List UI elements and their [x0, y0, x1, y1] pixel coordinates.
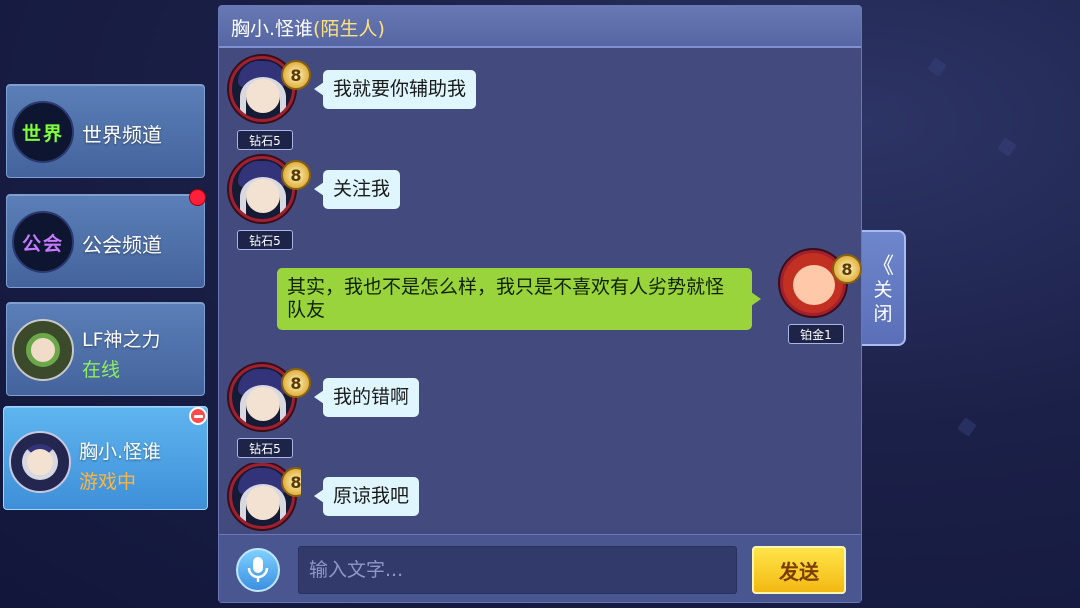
sender-avatar[interactable]: 8 钻石5 [225, 364, 311, 460]
chat-title: 胸小.怪谁(陌生人) [231, 14, 385, 41]
contact-status: 游戏中 [79, 471, 137, 493]
world-channel-icon: 世界 [12, 101, 74, 163]
rank-tag: 钻石5 [237, 230, 293, 250]
contact-status: 在线 [82, 359, 121, 381]
chat-partner-name: 胸小.怪谁 [231, 18, 314, 40]
rank-tag: 铂金1 [788, 324, 844, 344]
level-badge: 8 [281, 160, 311, 190]
sender-avatar[interactable]: 8 钻石5 [225, 156, 311, 252]
sender-avatar[interactable]: 8 钻石5 [225, 56, 311, 152]
rank-tag: 钻石5 [237, 438, 293, 458]
send-button[interactable]: 发送 [752, 546, 846, 594]
message-bubble: 我的错啊 [313, 378, 420, 417]
rank-tag: 钻石5 [237, 130, 293, 150]
red-dot-icon [189, 189, 206, 206]
double-chevron-left-icon: 《 [871, 254, 894, 279]
world-channel-label: 世界频道 [82, 123, 162, 147]
sender-avatar[interactable]: 8 [225, 463, 301, 533]
minus-circle-icon[interactable] [189, 407, 207, 425]
contact-name: 胸小.怪谁 [79, 441, 162, 463]
contact-item-active[interactable]: 胸小.怪谁 游戏中 [3, 406, 208, 510]
chat-panel: 胸小.怪谁(陌生人) 8 钻石5 我就要你辅助我 8 钻石5 关注我 其实，我也… [218, 5, 862, 603]
close-panel-tab[interactable]: 《 关闭 [862, 230, 906, 346]
guild-channel-label: 公会频道 [82, 233, 162, 257]
message-bubble-own: 其实，我也不是怎么样，我只是不喜欢有人劣势就怪队友 [277, 268, 761, 330]
world-channel-tab[interactable]: 世界 世界频道 [6, 84, 205, 178]
background-decoration [957, 417, 977, 437]
microphone-icon[interactable] [236, 548, 280, 592]
level-badge: 8 [281, 368, 311, 398]
input-bar: 发送 [219, 534, 861, 602]
stranger-tag: (陌生人) [313, 18, 385, 40]
own-avatar[interactable]: 8 铂金1 [776, 250, 862, 346]
message-bubble: 关注我 [313, 170, 401, 209]
contact-avatar [12, 319, 74, 381]
background-decoration [927, 57, 947, 77]
background-decoration [997, 137, 1017, 157]
close-label: 关闭 [873, 279, 893, 325]
level-badge: 8 [832, 254, 862, 284]
message-input[interactable] [298, 546, 737, 594]
contact-item[interactable]: LF神之力 在线 [6, 302, 205, 396]
level-badge: 8 [281, 60, 311, 90]
chat-header: 胸小.怪谁(陌生人) [219, 6, 861, 48]
contact-name: LF神之力 [82, 329, 161, 351]
guild-channel-icon: 公会 [12, 211, 74, 273]
contact-avatar [9, 431, 71, 493]
guild-channel-tab[interactable]: 公会 公会频道 [6, 194, 205, 288]
message-bubble: 我就要你辅助我 [313, 70, 477, 109]
message-bubble: 原谅我吧 [313, 477, 420, 516]
